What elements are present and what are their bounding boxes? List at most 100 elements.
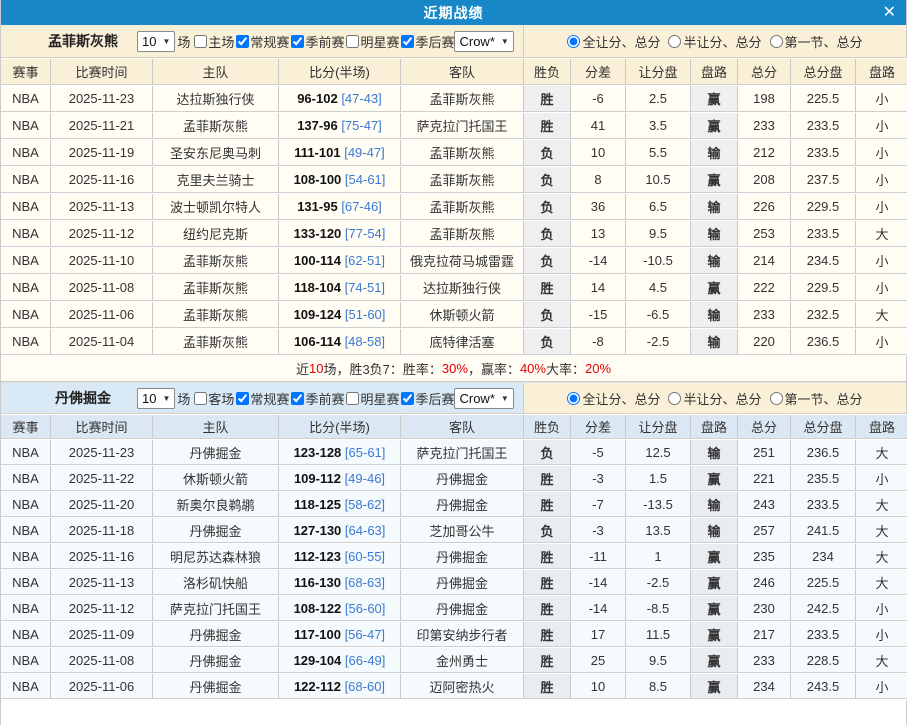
handicap-result-cell: 输 [691,302,738,328]
away-team-cell: 萨克拉门托国王 [401,440,524,465]
total-line-cell: 234 [791,544,856,569]
checkbox-regular-season[interactable]: 常规赛 [234,32,289,51]
radio-full-handicap-total[interactable]: 全让分、总分 [567,32,660,51]
home-team-cell: 新奥尔良鹈鹕 [153,492,279,517]
game-row: NBA2025-11-08孟菲斯灰熊118-104 [74-51]达拉斯独行侠胜… [1,275,907,301]
league-cell: NBA [1,440,51,465]
result-cell: 胜 [524,275,571,301]
result-cell: 负 [524,194,571,220]
popup-title: 近期战绩 [1,3,906,23]
home-team-cell: 丹佛掘金 [153,622,279,647]
bookmaker-select[interactable]: Crow*▼ [454,31,513,52]
half-score: [68-63] [345,575,385,590]
team-name: 孟菲斯灰熊 [35,31,131,51]
checkbox-preseason-input[interactable] [291,35,304,48]
col-away: 客队 [401,415,524,439]
checkbox-preseason[interactable]: 季前赛 [289,32,344,51]
checkbox-allstar[interactable]: 明星赛 [344,32,399,51]
handicap-cell: 10.5 [626,167,691,193]
checkbox-allstar-input[interactable] [346,35,359,48]
over-under-cell: 小 [856,622,907,647]
checkbox-label: 常规赛 [250,389,289,408]
game-row: NBA2025-11-09丹佛掘金117-100 [56-47]印第安纳步行者胜… [1,622,907,647]
checkbox-allstar[interactable]: 明星赛 [344,389,399,408]
table-header-row: 赛事 比赛时间 主队 比分(半场) 客队 胜负 分差 让分盘 盘路 总分 总分盘… [1,415,907,439]
checkbox-playoffs[interactable]: 季后赛 [399,32,454,51]
home-team-cell: 丹佛掘金 [153,440,279,465]
radio-first-quarter-total[interactable]: 第一节、总分 [770,32,863,51]
checkbox-preseason-input[interactable] [291,392,304,405]
radio-half-handicap-total[interactable]: 半让分、总分 [668,32,761,51]
col-away: 客队 [401,59,524,85]
league-cell: NBA [1,194,51,220]
radio-half-handicap-total-input[interactable] [668,392,681,405]
diff-cell: -3 [571,518,626,543]
radio-half-handicap-total-input[interactable] [668,35,681,48]
checkbox-preseason[interactable]: 季前赛 [289,389,344,408]
checkbox-regular-season-input[interactable] [236,35,249,48]
col-league: 赛事 [1,59,51,85]
filter-right: 全让分、总分 半让分、总分 第一节、总分 [524,25,906,57]
radio-full-handicap-total[interactable]: 全让分、总分 [567,389,660,408]
league-cell: NBA [1,674,51,699]
bookmaker-value: Crow* [459,391,494,406]
home-team-cell: 明尼苏达森林狼 [153,544,279,569]
checkbox-regular-season-input[interactable] [236,392,249,405]
radio-first-quarter-total[interactable]: 第一节、总分 [770,389,863,408]
score-cell: 118-104 [74-51] [279,275,401,301]
col-handicap-result: 盘路 [691,415,738,439]
radio-half-handicap-total[interactable]: 半让分、总分 [668,389,761,408]
section-nuggets: 丹佛掘金 10▼ 场 客场 常规赛 季前赛 明星赛 季后赛 Crow*▼ 全让分… [1,382,906,700]
over-under-cell: 大 [856,648,907,673]
handicap-cell: 6.5 [626,194,691,220]
league-cell: NBA [1,248,51,274]
summary-text: 场，胜3负7：胜率： [323,359,441,378]
half-score: [51-60] [345,307,385,322]
games-count-select[interactable]: 10▼ [137,31,175,52]
diff-cell: 36 [571,194,626,220]
checkbox-playoffs-input[interactable] [401,392,414,405]
over-under-cell: 大 [856,440,907,465]
games-count-select[interactable]: 10▼ [137,388,175,409]
checkbox-home-games[interactable]: 主场 [192,32,234,51]
handicap-result-cell: 赢 [691,570,738,595]
col-home: 主队 [153,415,279,439]
diff-cell: 14 [571,275,626,301]
radio-label: 全让分、总分 [582,389,660,408]
radio-full-handicap-total-input[interactable] [567,392,580,405]
checkbox-allstar-input[interactable] [346,392,359,405]
summary-text: 大率： [546,359,585,378]
date-cell: 2025-11-13 [51,194,153,220]
checkbox-playoffs-input[interactable] [401,35,414,48]
checkbox-regular-season[interactable]: 常规赛 [234,389,289,408]
radio-first-quarter-total-input[interactable] [770,35,783,48]
half-score: [60-55] [345,549,385,564]
game-row: NBA2025-11-23达拉斯独行侠96-102 [47-43]孟菲斯灰熊胜-… [1,86,907,112]
home-team-cell: 孟菲斯灰熊 [153,275,279,301]
checkbox-away-games[interactable]: 客场 [192,389,234,408]
over-under-cell: 大 [856,302,907,328]
col-date: 比赛时间 [51,415,153,439]
radio-first-quarter-total-input[interactable] [770,392,783,405]
checkbox-playoffs[interactable]: 季后赛 [399,389,454,408]
final-score: 129-104 [294,653,342,668]
league-cell: NBA [1,140,51,166]
away-team-cell: 孟菲斯灰熊 [401,167,524,193]
result-cell: 负 [524,248,571,274]
bookmaker-select[interactable]: Crow*▼ [454,388,513,409]
radio-full-handicap-total-input[interactable] [567,35,580,48]
final-score: 133-120 [294,226,342,241]
col-handicap-result: 盘路 [691,59,738,85]
close-icon[interactable]: ✕ [883,2,896,23]
checkbox-label: 季后赛 [415,389,454,408]
games-count-suffix: 场 [177,389,190,408]
handicap-result-cell: 赢 [691,86,738,112]
league-cell: NBA [1,466,51,491]
checkbox-away-games-input[interactable] [194,392,207,405]
score-cell: 112-123 [60-55] [279,544,401,569]
over-under-cell: 小 [856,167,907,193]
checkbox-home-games-input[interactable] [194,35,207,48]
total-cell: 235 [738,544,791,569]
date-cell: 2025-11-16 [51,544,153,569]
away-team-cell: 丹佛掘金 [401,596,524,621]
